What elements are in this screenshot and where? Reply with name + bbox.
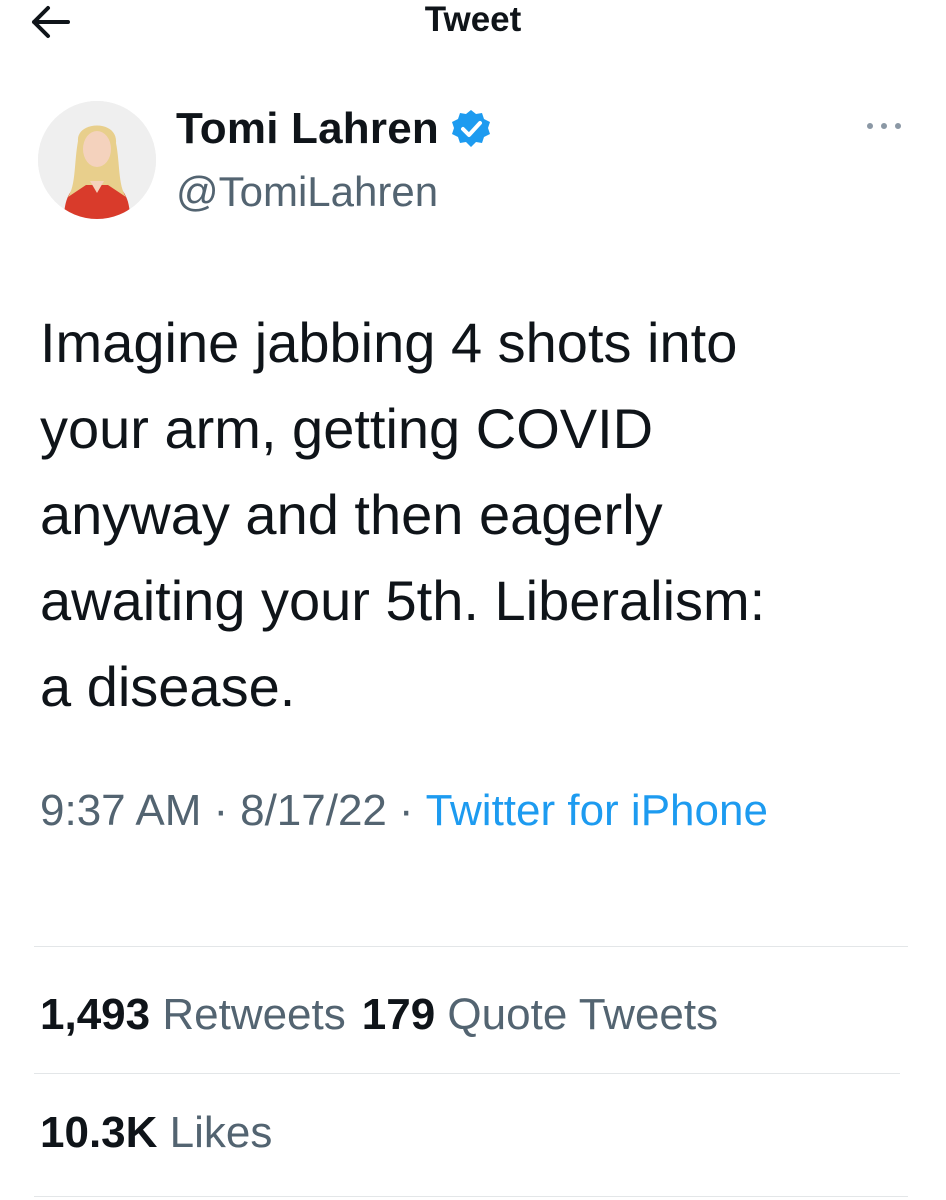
more-dots-icon[interactable] [864, 116, 904, 136]
tweet-text: Imagine jabbing 4 shots into your arm, g… [40, 311, 766, 718]
avatar[interactable] [38, 101, 156, 219]
divider [34, 946, 908, 947]
meta-separator: · [398, 786, 414, 835]
tweet-source-link[interactable]: Twitter for iPhone [426, 786, 768, 835]
retweets-count: 1,493 [40, 990, 151, 1039]
author-handle[interactable]: @TomiLahren [176, 168, 438, 216]
page-title: Tweet [424, 0, 522, 39]
author-display-name[interactable]: Tomi Lahren [176, 104, 439, 154]
likes-count: 10.3K [40, 1108, 158, 1157]
retweets-label: Retweets [162, 990, 346, 1039]
likes-stat[interactable]: 10.3K Likes [40, 1103, 272, 1163]
divider [34, 1073, 900, 1074]
quote-tweets-label: Quote Tweets [447, 990, 719, 1039]
engagement-stats-row: 1,493 Retweets 179 Quote Tweets [40, 985, 734, 1045]
quote-tweets-stat[interactable]: 179 Quote Tweets [362, 985, 718, 1045]
avatar-image [38, 101, 156, 219]
top-bar: Tweet [0, 0, 946, 48]
tweet-date[interactable]: 8/17/22 [240, 786, 387, 835]
likes-stats-row: 10.3K Likes [40, 1103, 288, 1163]
quote-tweets-count: 179 [361, 990, 436, 1039]
verified-badge-icon [451, 110, 490, 147]
retweets-stat[interactable]: 1,493 Retweets [40, 985, 346, 1045]
author-name-row: Tomi Lahren [176, 103, 493, 155]
tweet-time[interactable]: 9:37 AM [40, 786, 201, 835]
tweet-meta: 9:37 AM · 8/17/22 · Twitter for iPhone [40, 778, 900, 844]
meta-separator: · [213, 786, 229, 835]
divider [34, 1196, 908, 1197]
likes-label: Likes [169, 1108, 273, 1157]
